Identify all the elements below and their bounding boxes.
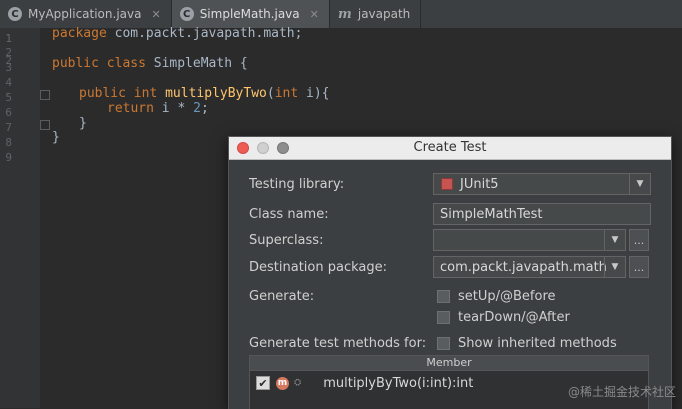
java-class-icon: C (179, 7, 194, 21)
editor-tab-bar: C MyApplication.java ✕ C SimpleMath.java… (0, 0, 682, 29)
code-line-8[interactable]: } (52, 130, 60, 145)
setup-before-checkbox[interactable]: setUp/@Before (437, 289, 556, 304)
tab-label: SimpleMath.java (199, 7, 300, 21)
superclass-browse-button[interactable]: ... (629, 229, 649, 251)
visibility-icon: ⛭ (294, 378, 302, 388)
line-number: 7 (5, 121, 12, 134)
watermark: @稀土掘金技术社区 (567, 385, 676, 399)
code-line-5[interactable]: public int multiplyByTwo(int i){ (79, 86, 329, 101)
member-name: multiplyByTwo(i:int):int (323, 375, 474, 391)
tab-simplemath[interactable]: C SimpleMath.java ✕ (171, 0, 330, 28)
destination-package-label: Destination package: (249, 260, 387, 275)
line-number: 5 (5, 91, 12, 104)
show-inherited-checkbox[interactable]: Show inherited methods (437, 336, 617, 351)
superclass-label: Superclass: (249, 233, 324, 248)
testing-library-label: Testing library: (249, 177, 345, 192)
code-line-1[interactable]: package com.packt.javapath.math; (52, 26, 302, 41)
superclass-select[interactable]: ▼ (433, 229, 626, 251)
chevron-down-icon[interactable]: ▼ (604, 230, 625, 250)
class-name-label: Class name: (249, 207, 329, 222)
chevron-down-icon[interactable]: ▼ (629, 174, 650, 194)
tab-javapath[interactable]: m javapath (330, 0, 422, 28)
checkbox-box[interactable] (437, 311, 450, 324)
code-line-6[interactable]: return i * 2; (107, 101, 209, 116)
line-number: 1 (5, 32, 12, 45)
line-number: 6 (5, 106, 12, 119)
tab-label: MyApplication.java (28, 7, 142, 21)
fold-marker[interactable] (40, 90, 50, 100)
java-class-icon: C (8, 7, 22, 21)
code-line-3[interactable]: public class SimpleMath { (52, 56, 248, 71)
junit-icon (441, 178, 453, 190)
close-icon[interactable]: ✕ (151, 8, 160, 21)
line-number: 4 (5, 76, 12, 89)
tab-myapplication[interactable]: C MyApplication.java ✕ (0, 0, 172, 28)
code-line-7[interactable]: } (79, 116, 87, 131)
line-number: 2 (5, 46, 12, 59)
line-number: 8 (5, 136, 12, 149)
table-header-member[interactable]: Member (250, 356, 648, 371)
create-test-dialog: Create Test Testing library: JUnit5 ▼ Cl… (228, 136, 672, 409)
testing-library-select[interactable]: JUnit5 ▼ (433, 173, 651, 195)
tab-label: javapath (357, 7, 411, 21)
class-name-field[interactable]: SimpleMathTest (433, 203, 651, 225)
chevron-down-icon[interactable]: ▼ (604, 257, 625, 277)
line-number: 9 (5, 151, 12, 164)
checkbox-box[interactable] (437, 290, 450, 303)
module-icon: m (337, 6, 352, 22)
dialog-title: Create Test (413, 140, 487, 155)
dialog-titlebar: Create Test (229, 137, 671, 160)
generate-methods-label: Generate test methods for: (249, 336, 427, 351)
teardown-after-checkbox[interactable]: tearDown/@After (437, 310, 570, 325)
destination-browse-button[interactable]: ... (629, 256, 649, 278)
destination-package-select[interactable]: com.packt.javapath.math ▼ (433, 256, 626, 278)
checkbox-box[interactable] (437, 337, 450, 350)
method-icon: m (276, 376, 289, 390)
generate-label: Generate: (249, 289, 315, 304)
fold-marker[interactable] (40, 120, 50, 130)
close-icon[interactable]: ✕ (310, 8, 319, 21)
member-checkbox[interactable]: ✔ (256, 376, 270, 390)
line-number: 3 (5, 61, 12, 74)
members-table: Member ✔ m ⛭ multiplyByTwo(i:int):int (249, 355, 649, 409)
